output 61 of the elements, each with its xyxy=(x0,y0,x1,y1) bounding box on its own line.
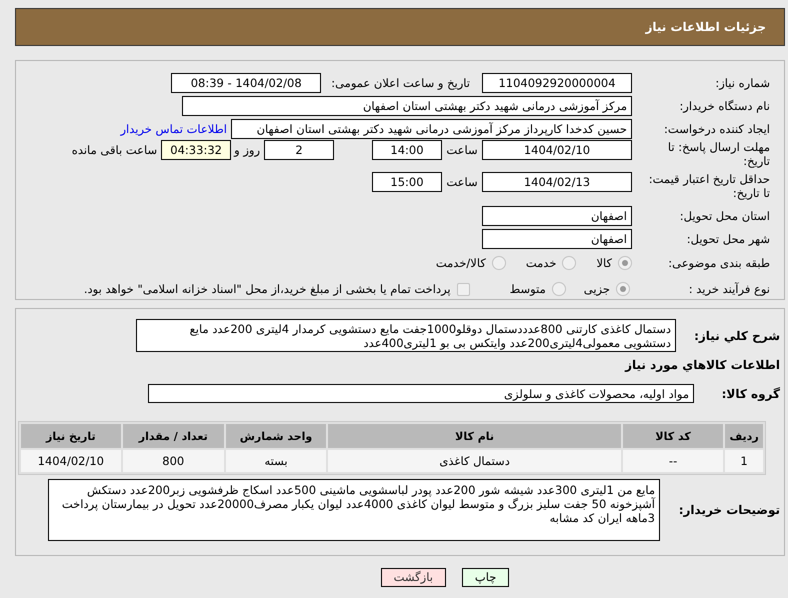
section-heading: اطلاعات کالاهاي مورد نياز xyxy=(625,358,780,372)
column-header: واحد شمارش xyxy=(226,424,326,448)
radio-label: خدمت xyxy=(526,256,556,270)
field-label: طبقه بندی موضوعی: xyxy=(667,256,770,270)
radio-label: جزیی xyxy=(584,282,610,296)
field-label: ساعت باقی مانده xyxy=(72,142,158,159)
table-cell: بسته xyxy=(226,450,326,472)
buyer-org-field: مرکز آموزشی درمانی شهید دکتر بهشتی استان اصفهان xyxy=(182,96,632,116)
field-label: ساعت xyxy=(445,174,479,191)
field-label: روز و xyxy=(234,142,260,159)
need-number-field: 1104092920000004 xyxy=(482,72,632,92)
radio-button[interactable] xyxy=(616,282,630,296)
remaining-time-field: 04:33:32 xyxy=(161,140,232,160)
requester-field: حسین کدخدا کارپرداز مرکز آموزشی درمانی شهید دکتر بهشتی استان اصفهان xyxy=(231,118,632,138)
field-label: توضیحات خریدار: xyxy=(678,503,780,517)
field-label: ساعت xyxy=(445,142,479,159)
field-label: استان محل تحویل: xyxy=(678,208,770,222)
radio-button[interactable] xyxy=(492,256,506,270)
field-label: شهر محل تحویل: xyxy=(686,232,770,246)
description-field: دستمال کاغذی کارتنی 800عدددستمال دوقلو1000جفت مایع دستشویی کرمدار 4لیتری 200عدد مایع دستشویی معمولی4لیتری200عدد وایتکس بی بو 1لیتری400عدد xyxy=(136,319,676,352)
column-header: تاریخ نیاز xyxy=(21,424,121,448)
goods-group-field: مواد اولیه، محصولات کاغذی و سلولزی xyxy=(148,384,694,403)
table-cell: 1 xyxy=(725,450,763,472)
field-label: شماره نیاز: xyxy=(714,76,770,90)
page-title: جزئیات اطلاعات نیاز xyxy=(645,20,766,34)
field-label: نام دستگاه خریدار: xyxy=(678,98,770,112)
column-header: نام کالا xyxy=(328,424,622,448)
buyer-contact-link[interactable]: اطلاعات تماس خریدار xyxy=(120,122,227,136)
announce-date-field: 1404/02/08 - 08:39 xyxy=(171,72,322,92)
radio-button[interactable] xyxy=(562,256,576,270)
field-label: مهلت ارسال پاسخ: تا تاریخ: xyxy=(666,140,770,168)
days-field: 2 xyxy=(264,140,334,160)
buyer-notes-field: مایع من 1لیتری 300عدد شیشه شور 200عدد پودر لباسشویی ماشینی 500عدد اسکاج ظرفشویی زبر200عدد دستکش آشپزخونه 50 جفت سلیز بزرگ و متوسط لیوان کاغذی 4000عدد لیوان یکبار مصرف20000عدد تحویل در بیمارستان پرداخت 3ماهه ایران کد مشابه xyxy=(48,479,660,541)
city-field: اصفهان xyxy=(482,228,632,248)
column-header: تعداد / مقدار xyxy=(122,424,224,448)
radio-button[interactable] xyxy=(552,282,566,296)
table-cell: -- xyxy=(623,450,724,472)
table-cell: 1404/02/10 xyxy=(21,450,121,472)
field-label: ایجاد کننده درخواست: xyxy=(663,122,770,136)
price-validity-date-field: 1404/02/13 xyxy=(482,172,632,192)
radio-label: کالا/خدمت xyxy=(436,256,486,270)
province-field: اصفهان xyxy=(482,206,632,226)
field-label: شرح کلي نياز: xyxy=(693,328,780,342)
field-label: حداقل تاریخ اعتبار قیمت: تا تاریخ: xyxy=(648,172,770,200)
radio-label: متوسط xyxy=(510,282,546,296)
deadline-date-field: 1404/02/10 xyxy=(482,140,632,160)
field-label: نوع فرآیند خرید : xyxy=(688,282,770,296)
checkbox[interactable] xyxy=(456,282,470,296)
field-label: تاریخ و ساعت اعلان عمومی: xyxy=(331,76,470,90)
back-button[interactable]: بازگشت xyxy=(380,568,446,587)
table-cell: 800 xyxy=(122,450,224,472)
column-header: ردیف xyxy=(725,424,763,448)
column-header: کد کالا xyxy=(623,424,724,448)
table-cell: دستمال کاغذی xyxy=(328,450,622,472)
radio-button[interactable] xyxy=(618,256,632,270)
price-validity-time-field: 15:00 xyxy=(372,172,442,192)
print-button[interactable]: چاپ xyxy=(462,568,510,587)
deadline-time-field: 14:00 xyxy=(372,140,442,160)
checkbox-label: پرداخت تمام یا بخشی از مبلغ خرید،از محل "اسناد خزانه اسلامی" خواهد بود. xyxy=(84,282,451,296)
field-label: گروه کالا: xyxy=(720,386,780,400)
radio-label: کالا xyxy=(596,256,612,270)
